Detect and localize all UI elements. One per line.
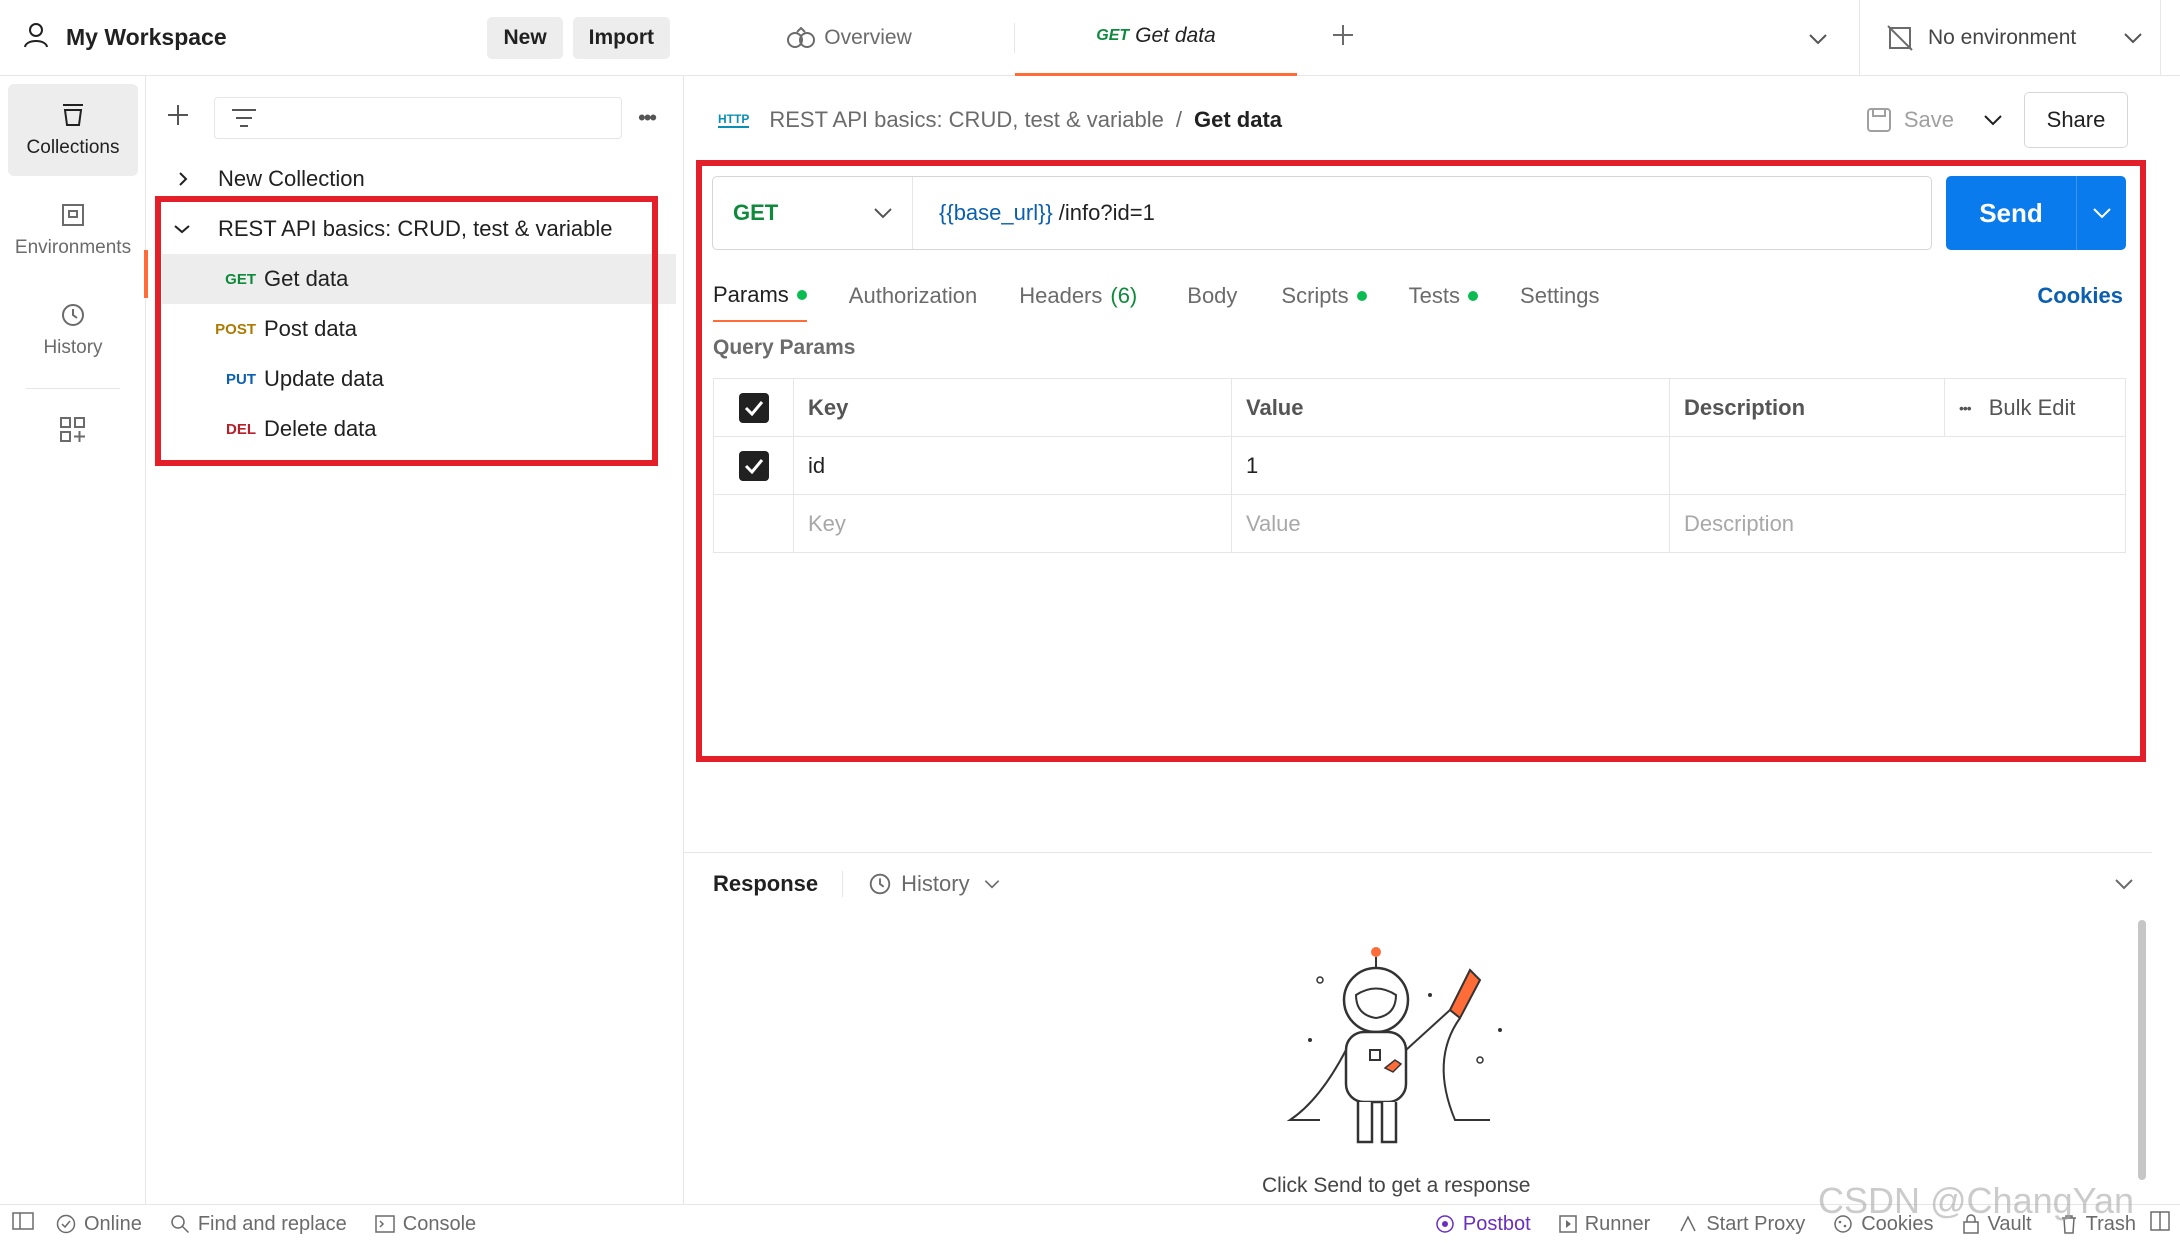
import-button[interactable]: Import (572, 16, 670, 59)
status-label: Start Proxy (1706, 1212, 1806, 1235)
status-label: Online (84, 1212, 142, 1235)
add-icon[interactable] (166, 103, 202, 133)
tab-label: Get data (1135, 24, 1216, 47)
status-online[interactable]: Online (56, 1213, 142, 1236)
history-icon (869, 873, 891, 895)
apps-icon (60, 417, 85, 442)
search-icon (171, 1215, 189, 1234)
chevron-right-icon (176, 166, 210, 192)
status-postbot[interactable]: Postbot (1435, 1213, 1531, 1236)
new-tab-icon[interactable] (1331, 23, 1355, 53)
status-start-proxy[interactable]: Start Proxy (1678, 1213, 1805, 1236)
share-label: Share (2046, 107, 2106, 132)
no-environment-icon (1887, 24, 1913, 51)
rail-environments[interactable]: Environments (8, 184, 138, 276)
filter-input[interactable] (214, 97, 622, 139)
workspace-header: My Workspace New Import (0, 0, 684, 76)
tab-get-data[interactable]: GET Get data (1015, 0, 1297, 76)
status-runner[interactable]: Runner (1558, 1212, 1651, 1236)
collapse-icon[interactable] (2115, 878, 2133, 890)
watermark: CSDN @ChangYan (1818, 1180, 2135, 1221)
status-label: Runner (1584, 1212, 1651, 1235)
user-icon[interactable] (22, 21, 50, 55)
share-button[interactable]: Share (2024, 92, 2128, 148)
rail-label: Environments (14, 237, 132, 258)
tab-label: Overview (824, 25, 912, 49)
status-label: Find and replace (197, 1212, 347, 1235)
console-icon (375, 1215, 395, 1233)
online-check-icon (56, 1214, 76, 1234)
postbot-icon (1436, 1215, 1454, 1233)
http-icon: HTTP (718, 112, 750, 128)
tabs-dropdown-icon[interactable] (1809, 25, 1827, 51)
layout-icon[interactable] (2150, 1211, 2170, 1237)
sidebar-toggle-icon[interactable] (12, 1212, 34, 1236)
chevron-down-icon (2124, 32, 2142, 43)
empty-response-text: Click Send to get a response (1262, 1174, 1531, 1197)
more-options-icon[interactable]: ••• (638, 105, 657, 131)
response-scrollbar[interactable] (2138, 920, 2146, 1180)
environment-label: No environment (1928, 25, 2077, 49)
astronaut-illustration (1286, 947, 1502, 1144)
status-find-replace[interactable]: Find and replace (170, 1213, 347, 1236)
environment-selector[interactable]: No environment (1860, 0, 2160, 76)
save-dropdown-icon[interactable] (1984, 114, 2002, 126)
rail-collections[interactable]: Collections (8, 84, 138, 176)
history-label: History (901, 871, 970, 896)
status-label: Postbot (1462, 1212, 1531, 1235)
breadcrumb-separator: / (1175, 107, 1182, 132)
filter-icon (232, 109, 256, 127)
breadcrumb: HTTP REST API basics: CRUD, test & varia… (718, 92, 2128, 148)
save-icon (1866, 108, 1891, 132)
overview-icon (787, 26, 816, 48)
rail-history[interactable]: History (8, 284, 138, 376)
highlight-box-request (696, 160, 2146, 762)
rail-label: Collections (26, 137, 120, 158)
icon-rail: Collections Environments History (0, 76, 146, 1204)
response-header: Response History (713, 866, 2133, 902)
save-button[interactable]: Save (1904, 107, 1954, 133)
rail-configure[interactable] (8, 389, 138, 479)
response-history-dropdown[interactable]: History (867, 871, 999, 897)
highlight-box-sidebar (155, 196, 658, 466)
collection-label: New Collection (218, 166, 365, 191)
proxy-icon (1680, 1215, 1696, 1232)
workspace-title[interactable]: My Workspace (66, 24, 227, 51)
breadcrumb-request[interactable]: Get data (1194, 107, 1282, 133)
chevron-down-icon (984, 880, 999, 889)
tab-overview[interactable]: Overview (684, 0, 1014, 76)
environments-icon (62, 204, 84, 226)
runner-icon (1558, 1215, 1577, 1233)
response-divider (684, 852, 2152, 853)
status-label: Console (402, 1212, 477, 1235)
new-button[interactable]: New (487, 16, 563, 59)
breadcrumb-collection[interactable]: REST API basics: CRUD, test & variable (769, 107, 1164, 133)
response-title: Response (713, 871, 819, 896)
tab-bar: Overview GET Get data No environment (684, 0, 2180, 76)
method-badge: GET (1096, 27, 1130, 44)
collections-icon (63, 104, 83, 126)
rail-label: History (43, 337, 103, 358)
history-icon (62, 304, 84, 326)
status-console[interactable]: Console (375, 1213, 476, 1236)
